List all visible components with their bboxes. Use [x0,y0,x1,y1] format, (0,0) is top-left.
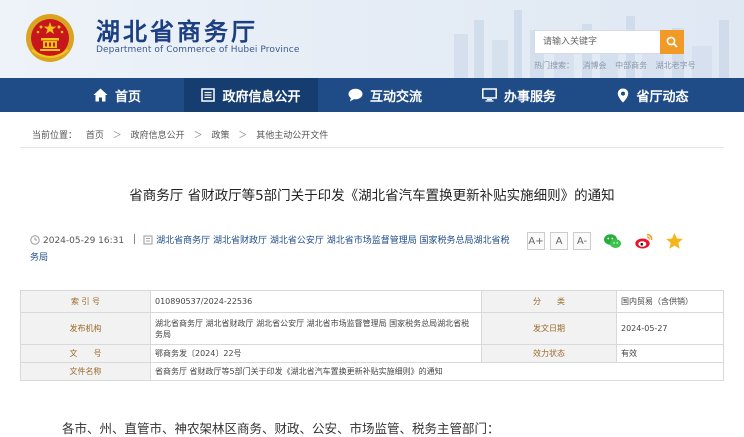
monitor-icon [482,88,497,102]
nav-item-label: 互动交流 [369,89,422,105]
national-emblem-icon [26,14,74,62]
status-value: 有效 [616,344,724,363]
docno-label: 文 号 [20,344,151,363]
filename-label: 文件名称 [20,362,151,381]
issuer-label: 发布机构 [20,312,151,345]
search-input[interactable] [535,31,661,53]
breadcrumb: 当前位置： 首页 ＞ 政府信息公开 ＞ 政策 ＞ 其他主动公开文件 [32,128,334,141]
hot-word-link[interactable]: 消博会 [583,61,607,70]
main-nav: 首页 政府信息公开 互动交流 办事服务 省厅动态 [0,78,744,112]
nav-item-news[interactable]: 省厅动态 [586,78,720,112]
site-header: 湖北省商务厅 Department of Commerce of Hubei P… [0,0,744,78]
hot-search-words: 热门搜索： 消博会 中部商务 湖北老字号 [534,60,702,71]
breadcrumb-item[interactable]: 其他主动公开文件 [256,131,328,141]
hot-word-link[interactable]: 湖北老字号 [656,61,696,70]
nav-item-label: 省厅动态 [636,89,689,105]
category-label: 分 类 [481,290,617,313]
share-weibo-button[interactable] [634,232,653,251]
article-source: 湖北省商务厅 湖北省财政厅 湖北省公安厅 湖北省市场监督管理局 国家税务总局湖北… [156,236,510,246]
document-info-table: 索 引 号 010890537/2024-22536 分 类 国内贸易（含供销）… [20,290,724,381]
breadcrumb-item[interactable]: 首页 [86,131,104,141]
docno-value: 鄂商务发〔2024〕22号 [150,344,482,363]
breadcrumb-separator: ＞ [193,131,203,141]
source-icon [143,235,153,245]
article-meta: 2024-05-29 16:31 湖北省商务厅 湖北省财政厅 湖北省公安厅 湖北… [30,233,520,267]
meta-divider [134,234,136,244]
nav-item-home[interactable]: 首页 [50,78,184,112]
clock-icon [30,235,40,245]
article-body-first-line: 各市、州、直管市、神农架林区商务、财政、公安、市场监管、税务主管部门： [62,421,500,436]
wechat-icon [604,234,621,248]
favorite-star-icon [666,233,683,249]
nav-item-services[interactable]: 办事服务 [452,78,586,112]
table-row: 发布机构 湖北省商务厅 湖北省财政厅 湖北省公安厅 湖北省市场监督管理局 国家税… [20,312,724,345]
nav-item-label: 办事服务 [503,89,556,105]
article-source-cont: 务局 [30,253,49,263]
breadcrumb-current-label: 当前位置： [32,131,78,141]
category-value: 国内贸易（含供销） [616,290,724,313]
table-row: 索 引 号 010890537/2024-22536 分 类 国内贸易（含供销） [20,290,724,313]
site-title: 湖北省商务厅 [96,17,258,46]
hot-search-label: 热门搜索： [534,61,574,70]
share-icons [603,232,696,251]
font-size-label: A+ [528,235,544,247]
table-row: 文 号 鄂商务发〔2024〕22号 效力状态 有效 [20,344,724,363]
issuer-value: 湖北省商务厅 湖北省财政厅 湖北省公安厅 湖北省市场监督管理局 国家税务总局湖北… [150,312,482,345]
index-label: 索 引 号 [20,290,151,313]
article-title: 省商务厅 省财政厅等5部门关于印发《湖北省汽车置换更新补贴实施细则》的通知 [129,188,615,204]
search-button[interactable] [660,30,684,54]
publish-datetime: 2024-05-29 16:31 [43,236,125,246]
breadcrumb-separator: ＞ [238,131,248,141]
font-size-normal-button[interactable]: A [550,232,568,250]
filename-value: 省商务厅 省财政厅等5部门关于印发《湖北省汽车置换更新补贴实施细则》的通知 [150,362,724,381]
font-size-label: A- [576,235,588,247]
site-subtitle: Department of Commerce of Hubei Province [96,45,300,55]
breadcrumb-item[interactable]: 政策 [211,131,229,141]
date-label: 发文日期 [481,312,617,345]
breadcrumb-divider [20,147,724,148]
document-list-icon [201,88,216,102]
breadcrumb-separator: ＞ [112,131,122,141]
weibo-icon [635,233,653,249]
date-value: 2024-05-27 [616,312,724,345]
breadcrumb-item[interactable]: 政府信息公开 [131,131,185,141]
search-icon [666,36,678,48]
favorite-button[interactable] [665,232,684,251]
font-size-controls: A+ A A- [527,232,596,250]
search-box [534,30,684,54]
index-value: 010890537/2024-22536 [150,290,482,313]
font-size-decrease-button[interactable]: A- [573,232,591,250]
nav-item-interaction[interactable]: 互动交流 [318,78,452,112]
chat-bubble-icon [348,88,363,102]
nav-item-gov-info[interactable]: 政府信息公开 [184,78,318,112]
font-size-increase-button[interactable]: A+ [527,232,545,250]
table-row: 文件名称 省商务厅 省财政厅等5部门关于印发《湖北省汽车置换更新补贴实施细则》的… [20,362,724,381]
share-wechat-button[interactable] [603,232,622,251]
status-label: 效力状态 [481,344,617,363]
home-icon [93,88,108,102]
nav-item-label: 首页 [114,89,141,105]
font-size-label: A [555,235,563,247]
location-pin-icon [618,88,629,102]
hot-word-link[interactable]: 中部商务 [615,61,647,70]
nav-item-label: 政府信息公开 [222,89,301,105]
